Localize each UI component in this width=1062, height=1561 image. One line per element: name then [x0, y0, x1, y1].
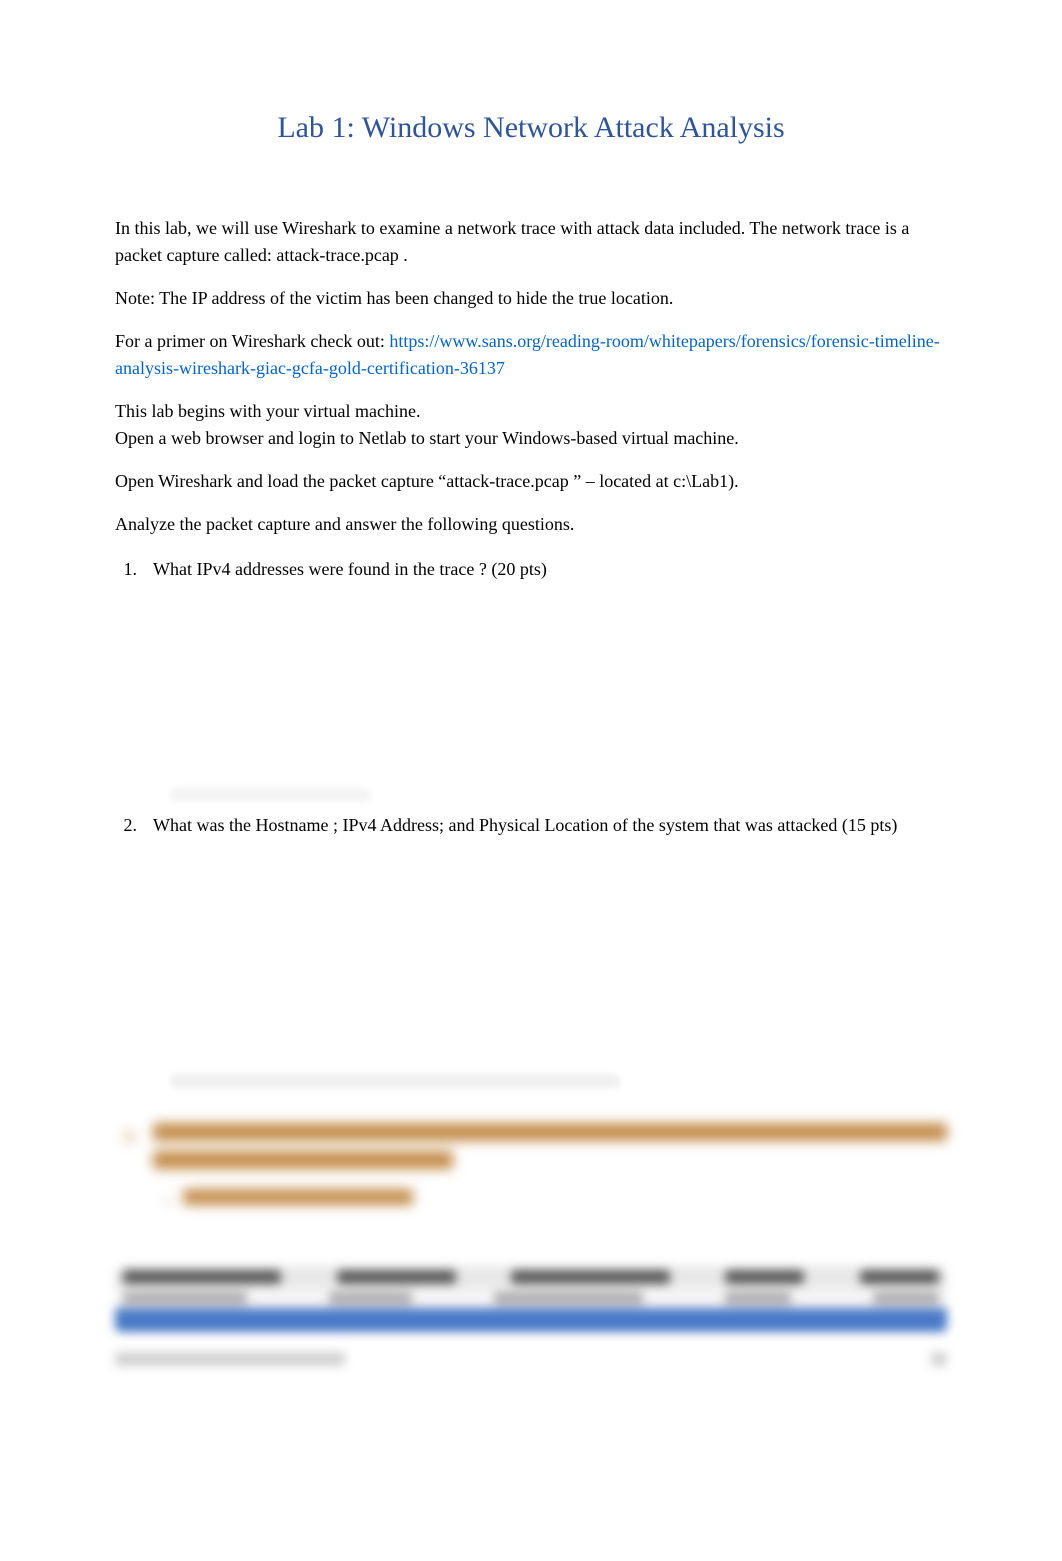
question-1-number: 1. [115, 556, 143, 583]
blurred-footer-text [115, 1352, 345, 1366]
blurred-question-3: 3. [115, 1123, 947, 1169]
blurred-th-gap [812, 1270, 852, 1284]
blurred-sub-item: • [165, 1189, 947, 1216]
blurred-table-row-highlighted [115, 1308, 947, 1332]
blurred-table-row [115, 1288, 947, 1308]
blurred-td [494, 1292, 643, 1304]
blurred-td [873, 1292, 939, 1304]
question-2-number: 2. [115, 812, 143, 839]
blurred-th-gap [678, 1270, 718, 1284]
blurred-footer [115, 1352, 947, 1366]
note-paragraph: Note: The IP address of the victim has b… [115, 285, 947, 312]
blurred-q3-text [143, 1123, 947, 1169]
blurred-td [329, 1292, 412, 1304]
intro-paragraph: In this lab, we will use Wireshark to ex… [115, 215, 947, 269]
primer-paragraph: For a primer on Wireshark check out: htt… [115, 328, 947, 382]
blurred-table-header [115, 1266, 947, 1288]
blurred-td-gap [651, 1292, 717, 1304]
blurred-bullet-icon: • [165, 1189, 171, 1216]
question-2: 2. What was the Hostname ; IPv4 Address;… [115, 812, 947, 839]
open-wireshark-instruction: Open Wireshark and load the packet captu… [115, 468, 947, 495]
question-2-text: What was the Hostname ; IPv4 Address; an… [143, 812, 947, 839]
blurred-th [511, 1270, 669, 1284]
vm-line-2: Open a web browser and login to Netlab t… [115, 425, 947, 452]
blurred-th-gap [464, 1270, 504, 1284]
page-title: Lab 1: Windows Network Attack Analysis [115, 105, 947, 150]
blurred-hint-1 [170, 788, 370, 802]
vm-line-1: This lab begins with your virtual machin… [115, 398, 947, 425]
primer-prefix: For a primer on Wireshark check out: [115, 331, 389, 351]
blurred-q3-line-1 [153, 1123, 947, 1141]
blurred-content: 3. • [115, 1123, 947, 1366]
blurred-hint-2 [170, 1074, 620, 1088]
blurred-th-gap [289, 1270, 329, 1284]
question-1-text: What IPv4 addresses were found in the tr… [143, 556, 947, 583]
answer-space-1 [115, 593, 947, 788]
blurred-td-gap [420, 1292, 486, 1304]
blurred-q3-line-2 [153, 1151, 453, 1169]
blurred-sub-text [183, 1189, 413, 1205]
blurred-td-gap [799, 1292, 865, 1304]
question-1: 1. What IPv4 addresses were found in the… [115, 556, 947, 583]
blurred-th [860, 1270, 939, 1284]
blurred-th [123, 1270, 281, 1284]
questions-list: 1. What IPv4 addresses were found in the… [115, 556, 947, 1366]
blurred-th [337, 1270, 456, 1284]
answer-space-2 [115, 849, 947, 1074]
blurred-table [115, 1266, 947, 1332]
blurred-th [725, 1270, 804, 1284]
blurred-td [725, 1292, 791, 1304]
blurred-q3-number: 3. [115, 1123, 143, 1169]
blurred-page-number [931, 1352, 947, 1366]
analyze-instruction: Analyze the packet capture and answer th… [115, 511, 947, 538]
vm-instructions: This lab begins with your virtual machin… [115, 398, 947, 452]
blurred-td-gap [255, 1292, 321, 1304]
blurred-td [123, 1292, 247, 1304]
